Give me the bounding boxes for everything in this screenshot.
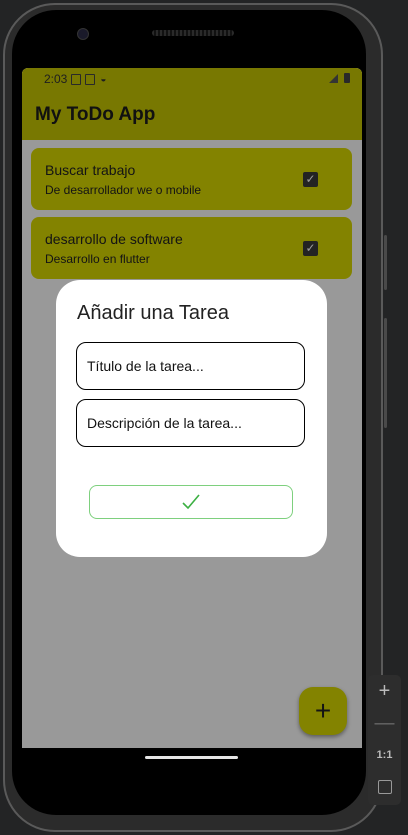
add-task-dialog: Añadir una Tarea Título de la tarea... D… bbox=[56, 280, 327, 557]
emulator-zoom-panel: + — 1:1 bbox=[368, 675, 401, 805]
power-button[interactable] bbox=[384, 235, 387, 290]
speaker-grille bbox=[152, 30, 234, 36]
zoom-in-button[interactable]: + bbox=[368, 675, 401, 707]
phone-screen: 2:03 ◒ My ToDo App Buscar trabajo De des… bbox=[22, 68, 362, 748]
home-indicator[interactable] bbox=[145, 756, 238, 759]
fit-screen-button[interactable] bbox=[368, 771, 401, 803]
actual-size-button[interactable]: 1:1 bbox=[368, 739, 401, 771]
task-description-input[interactable]: Descripción de la tarea... bbox=[76, 399, 305, 447]
front-camera bbox=[77, 28, 89, 40]
fit-screen-icon bbox=[377, 780, 392, 794]
task-title-placeholder: Título de la tarea... bbox=[87, 358, 204, 374]
dialog-title: Añadir una Tarea bbox=[77, 302, 229, 324]
volume-button[interactable] bbox=[384, 318, 387, 428]
zoom-out-button[interactable]: — bbox=[368, 707, 401, 739]
task-description-placeholder: Descripción de la tarea... bbox=[87, 415, 242, 431]
check-icon bbox=[182, 494, 200, 510]
task-title-input[interactable]: Título de la tarea... bbox=[76, 342, 305, 390]
confirm-button[interactable] bbox=[89, 485, 293, 519]
